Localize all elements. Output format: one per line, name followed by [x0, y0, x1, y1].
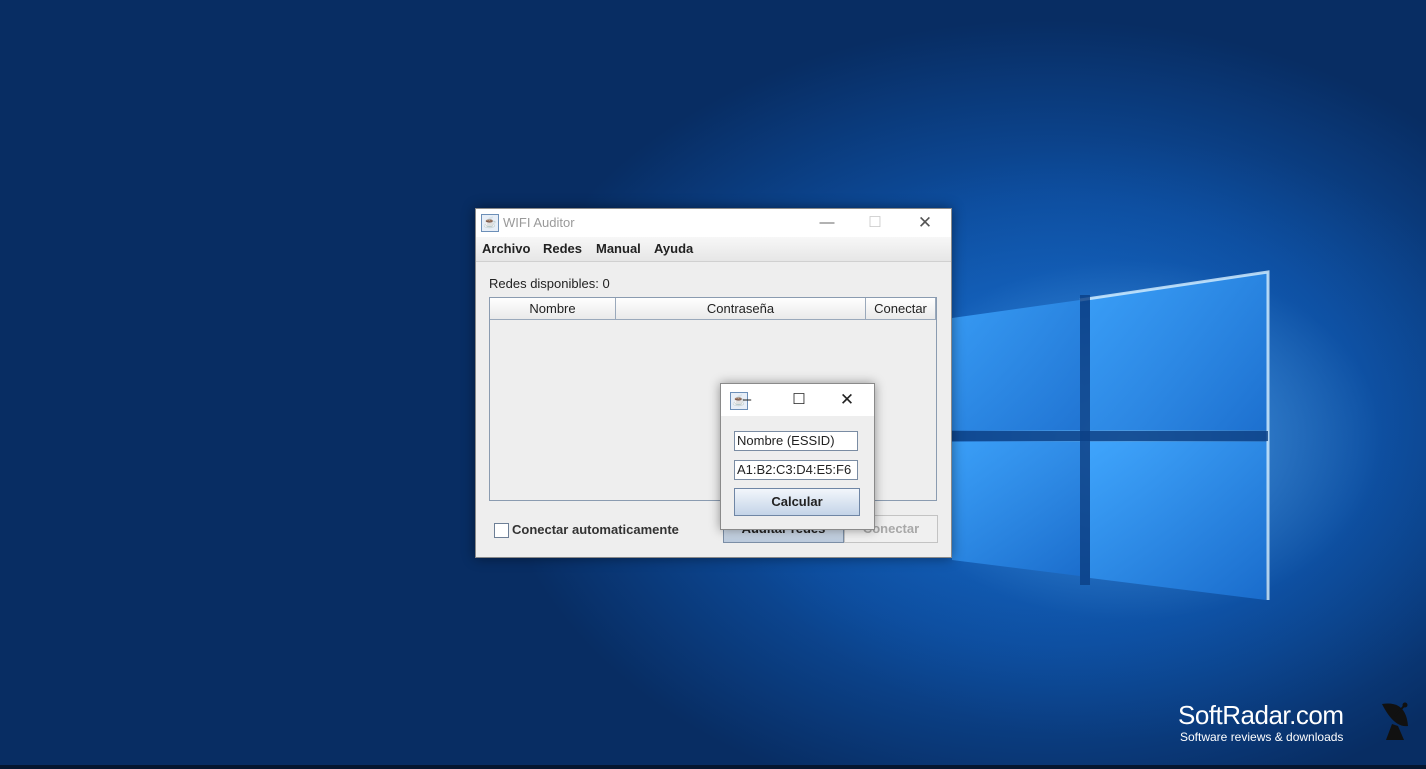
column-header-nombre[interactable]: Nombre: [490, 298, 616, 320]
maximize-icon: ☐: [868, 214, 882, 231]
dialog-titlebar[interactable]: ☕ – ☐ ✕: [721, 384, 874, 416]
calculate-button[interactable]: Calcular: [734, 488, 860, 516]
minimize-button[interactable]: —: [804, 209, 850, 237]
window-titlebar[interactable]: ☕ WIFI Auditor — ☐ ✕: [476, 209, 951, 237]
minimize-icon: –: [742, 391, 752, 408]
menu-redes[interactable]: Redes: [543, 241, 582, 256]
networks-count-label: Redes disponibles: 0: [489, 276, 610, 291]
menu-bar: Archivo Redes Manual Ayuda: [476, 237, 951, 262]
minimize-icon: —: [819, 214, 835, 231]
maximize-icon: ☐: [792, 391, 806, 408]
taskbar-edge: [0, 765, 1426, 769]
key-calculator-dialog: ☕ – ☐ ✕ Nombre (ESSID) A1:B2:C3:D4:E5:F6…: [720, 383, 875, 530]
dialog-close-button[interactable]: ✕: [827, 386, 867, 414]
menu-manual[interactable]: Manual: [596, 241, 641, 256]
watermark-subtitle: Software reviews & downloads: [1180, 730, 1344, 744]
maximize-button[interactable]: ☐: [852, 209, 898, 237]
menu-ayuda[interactable]: Ayuda: [654, 241, 693, 256]
close-icon: ✕: [917, 213, 933, 232]
mac-address-field[interactable]: A1:B2:C3:D4:E5:F6: [734, 460, 858, 480]
java-coffee-icon: ☕: [481, 214, 499, 232]
dialog-maximize-button[interactable]: ☐: [779, 386, 819, 414]
window-title: WIFI Auditor: [503, 215, 575, 230]
logo-pane-bottom-right: [1090, 442, 1268, 600]
close-icon: ✕: [839, 390, 855, 409]
satellite-dish-icon: [1382, 702, 1408, 740]
watermark-title: SoftRadar.com: [1178, 700, 1344, 730]
essid-field[interactable]: Nombre (ESSID): [734, 431, 858, 451]
auto-connect-label: Conectar automaticamente: [512, 522, 679, 537]
wifi-auditor-window: ☕ WIFI Auditor — ☐ ✕ Archivo Redes Manua…: [475, 208, 952, 558]
column-header-conectar[interactable]: Conectar: [866, 298, 936, 320]
close-button[interactable]: ✕: [902, 209, 948, 237]
logo-pane-top-left: [952, 300, 1080, 430]
menu-archivo[interactable]: Archivo: [482, 241, 530, 256]
logo-pane-bottom-left: [952, 442, 1080, 576]
column-header-contrasena[interactable]: Contraseña: [616, 298, 866, 320]
softradar-watermark: SoftRadar.com Software reviews & downloa…: [1178, 700, 1413, 750]
auto-connect-checkbox[interactable]: [494, 523, 509, 538]
dialog-minimize-button[interactable]: –: [737, 386, 757, 414]
